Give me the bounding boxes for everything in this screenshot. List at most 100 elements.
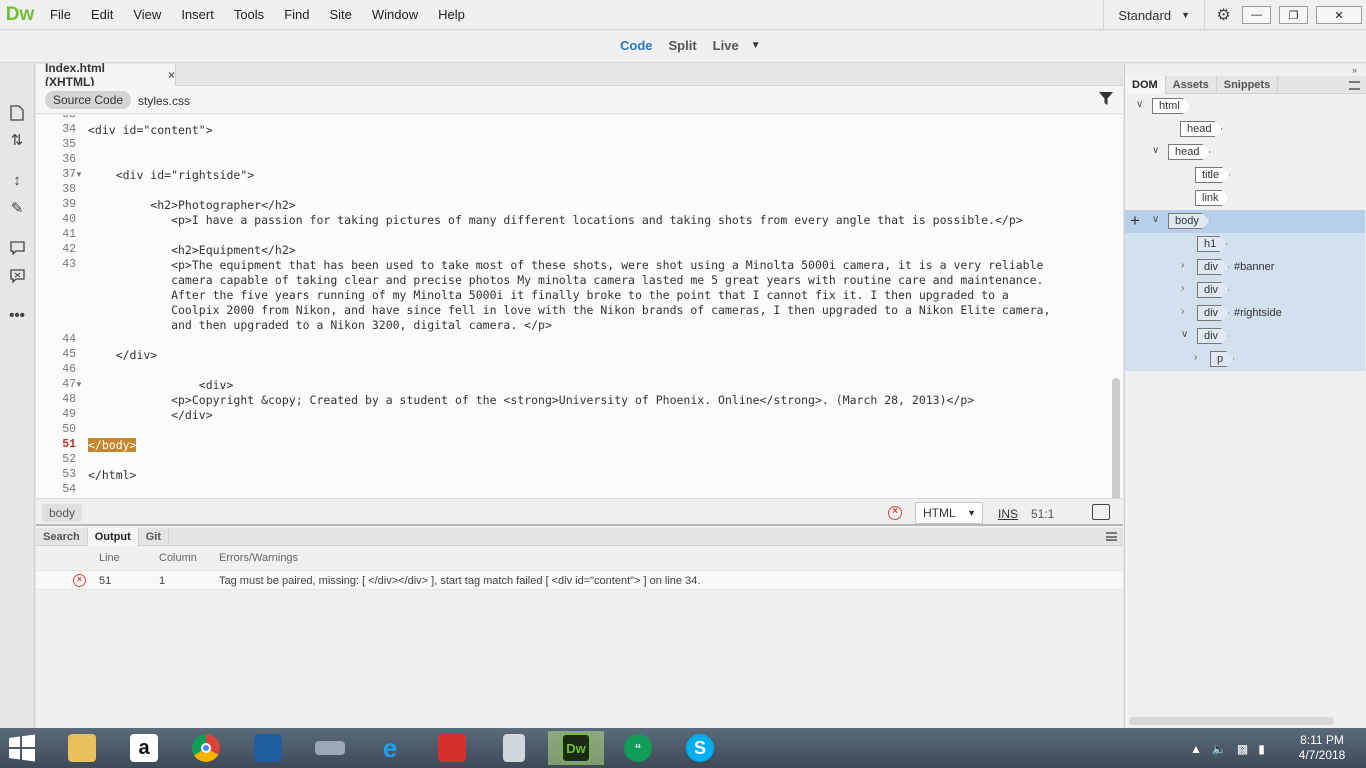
taskbar-dreamweaver[interactable]: Dw xyxy=(548,731,604,765)
taskbar-chrome[interactable] xyxy=(178,731,234,765)
tab-assets[interactable]: Assets xyxy=(1166,76,1217,94)
output-row[interactable]: × 51 1 Tag must be paired, missing: [ </… xyxy=(36,570,1123,590)
code-line[interactable]: <div id="rightside"> xyxy=(88,168,254,182)
open-documents-icon[interactable] xyxy=(6,102,28,124)
taskbar-sketchup[interactable] xyxy=(424,731,480,765)
taskbar-skype[interactable]: S xyxy=(672,731,728,765)
expand-chevron-icon[interactable]: › xyxy=(1181,306,1184,317)
dom-node-div[interactable]: › div xyxy=(1125,279,1365,302)
remove-comment-icon[interactable] xyxy=(6,265,28,287)
more-options-icon[interactable]: ••• xyxy=(6,304,28,326)
dom-node-link[interactable]: link xyxy=(1125,187,1365,210)
expand-chevron-icon[interactable]: › xyxy=(1181,283,1184,294)
taskbar-file-explorer[interactable] xyxy=(54,731,110,765)
code-line[interactable]: </div> xyxy=(88,348,158,362)
file-management-icon[interactable]: ⇅ xyxy=(6,129,28,151)
code-view-button[interactable]: Code xyxy=(620,38,653,53)
close-window-button[interactable]: ✕ xyxy=(1316,6,1362,24)
menu-edit[interactable]: Edit xyxy=(81,7,123,22)
menu-site[interactable]: Site xyxy=(319,7,361,22)
show-hidden-icons-icon[interactable]: ▲ xyxy=(1190,742,1202,756)
panel-menu-icon[interactable] xyxy=(1106,532,1117,541)
menu-insert[interactable]: Insert xyxy=(171,7,224,22)
error-status-icon[interactable]: × xyxy=(888,506,902,520)
system-clock[interactable]: 8:11 PM 4/7/2018 xyxy=(1290,733,1354,763)
menu-view[interactable]: View xyxy=(123,7,171,22)
expand-chevron-icon[interactable]: › xyxy=(1181,260,1184,271)
volume-icon[interactable]: 🔈 xyxy=(1212,742,1227,756)
code-editor[interactable]: 3334<div id="content">353637▼ <div id="r… xyxy=(36,115,1123,498)
expand-chevron-icon[interactable]: ∨ xyxy=(1181,329,1188,340)
code-line[interactable]: <p>Copyright &copy; Created by a student… xyxy=(88,393,974,407)
dom-node-title[interactable]: title xyxy=(1125,164,1365,187)
code-line[interactable]: <p>I have a passion for taking pictures … xyxy=(88,213,1023,227)
taskbar-hangouts[interactable]: “ xyxy=(610,731,666,765)
collapse-panels-icon[interactable]: » xyxy=(1352,65,1357,75)
workspace-switcher[interactable]: Standard ▼ xyxy=(1103,0,1204,30)
expand-chevron-icon[interactable]: ∨ xyxy=(1152,214,1159,225)
expand-chevron-icon[interactable]: › xyxy=(1194,352,1197,363)
power-icon[interactable]: ▮ xyxy=(1258,742,1265,756)
taskbar-network-app[interactable] xyxy=(302,731,358,765)
code-line[interactable]: </div> xyxy=(88,408,213,422)
menu-tools[interactable]: Tools xyxy=(224,7,274,22)
menu-file[interactable]: File xyxy=(40,7,81,22)
insert-mode-toggle[interactable]: INS xyxy=(998,507,1018,521)
code-line[interactable]: </body> xyxy=(88,438,137,452)
expand-collapse-icon[interactable]: ↕ xyxy=(6,169,28,191)
code-line[interactable]: <p>The equipment that has been used to t… xyxy=(88,258,1043,272)
filter-icon[interactable] xyxy=(1099,92,1113,106)
code-line[interactable]: <h2>Photographer</h2> xyxy=(88,198,295,212)
sync-settings-gear-icon[interactable]: ⚙ xyxy=(1204,0,1242,30)
code-line[interactable]: <h2>Equipment</h2> xyxy=(88,243,296,257)
menu-find[interactable]: Find xyxy=(274,7,319,22)
dom-node-div[interactable]: › div #banner xyxy=(1125,256,1365,279)
code-line[interactable]: After the five years running of my Minol… xyxy=(88,288,1009,302)
tag-selector-body[interactable]: body xyxy=(42,504,83,522)
close-tab-icon[interactable]: × xyxy=(168,68,175,82)
dom-node-div[interactable]: ∨ div xyxy=(1125,325,1365,348)
taskbar-calculator[interactable] xyxy=(486,731,542,765)
real-time-preview-icon[interactable] xyxy=(1092,504,1110,520)
restore-button[interactable]: ❐ xyxy=(1279,6,1308,24)
dom-node-p[interactable]: › p xyxy=(1125,348,1365,371)
minimize-button[interactable]: — xyxy=(1242,6,1271,24)
code-line[interactable]: camera capable of taking clear and preci… xyxy=(88,273,1043,287)
editor-scrollbar[interactable] xyxy=(1112,378,1120,498)
taskbar-internet-explorer[interactable]: e xyxy=(362,731,418,765)
code-line[interactable]: <div> xyxy=(88,378,234,392)
code-line[interactable]: </html> xyxy=(88,468,136,482)
dom-node-head[interactable]: ∨ head xyxy=(1125,141,1365,164)
live-view-dropdown-icon[interactable]: ▼ xyxy=(751,38,761,53)
dom-node-head[interactable]: head xyxy=(1125,118,1365,141)
source-code-button[interactable]: Source Code xyxy=(45,91,132,109)
windows-start-icon[interactable] xyxy=(7,734,37,762)
code-line[interactable]: <div id="content"> xyxy=(88,123,213,137)
tab-output[interactable]: Output xyxy=(87,528,139,546)
document-type-select[interactable]: HTML ▼ xyxy=(915,502,983,524)
expand-chevron-icon[interactable]: ∨ xyxy=(1136,99,1143,110)
network-icon[interactable]: ▩ xyxy=(1237,742,1248,756)
panel-menu-icon[interactable] xyxy=(1349,81,1360,90)
dom-node-h1[interactable]: h1 xyxy=(1125,233,1365,256)
live-view-button[interactable]: Live xyxy=(713,38,739,53)
tab-dom[interactable]: DOM xyxy=(1125,76,1166,94)
fold-arrow-icon[interactable]: ▼ xyxy=(75,380,83,389)
related-file-styles-css[interactable]: styles.css xyxy=(138,94,190,108)
dom-panel-scrollbar[interactable] xyxy=(1129,717,1334,725)
split-view-button[interactable]: Split xyxy=(669,38,697,53)
code-line[interactable]: and then upgraded to a Nikon 3200, digit… xyxy=(88,318,552,332)
apply-comment-icon[interactable] xyxy=(6,237,28,259)
dom-node-body[interactable]: + ∨ body xyxy=(1125,210,1365,233)
tab-git[interactable]: Git xyxy=(139,528,170,546)
taskbar-amazon[interactable]: a xyxy=(116,731,172,765)
expand-chevron-icon[interactable]: ∨ xyxy=(1152,145,1159,156)
format-source-icon[interactable]: ✎ xyxy=(6,197,28,219)
dom-node-html[interactable]: ∨ html xyxy=(1125,95,1365,118)
tab-snippets[interactable]: Snippets xyxy=(1217,76,1279,94)
menu-help[interactable]: Help xyxy=(428,7,475,22)
taskbar-remote-app[interactable] xyxy=(240,731,296,765)
document-tab[interactable]: Index.html (XHTML) × xyxy=(36,61,176,89)
code-line[interactable]: Coolpix 2000 from Nikon, and have since … xyxy=(88,303,1050,317)
menu-window[interactable]: Window xyxy=(362,7,428,22)
